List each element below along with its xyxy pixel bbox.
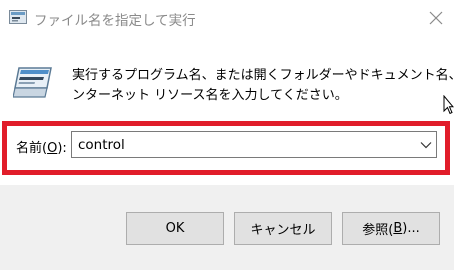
description-text: 実行するプログラム名、または開くフォルダーやドキュメント名、イ ンターネット リ… bbox=[72, 66, 454, 106]
window-title: ファイル名を指定して実行 bbox=[34, 13, 196, 29]
title-bar: ファイル名を指定して実行 bbox=[0, 0, 454, 37]
close-icon bbox=[429, 11, 443, 25]
open-label-prefix: 名前( bbox=[16, 141, 48, 156]
cancel-button[interactable]: キャンセル bbox=[234, 212, 332, 245]
description-line-2: ンターネット リソース名を入力してください。 bbox=[72, 88, 348, 103]
description-line-1: 実行するプログラム名、または開くフォルダーやドキュメント名、イ bbox=[72, 68, 454, 83]
browse-label-suffix: )... bbox=[402, 221, 420, 236]
browse-label-prefix: 参照( bbox=[362, 223, 394, 238]
open-label-accelerator: O bbox=[47, 141, 58, 156]
ok-button[interactable]: OK bbox=[126, 212, 224, 245]
browse-button[interactable]: 参照(B)... bbox=[342, 212, 440, 245]
open-label-suffix: ): bbox=[57, 141, 67, 156]
open-label: 名前(O): bbox=[16, 137, 67, 156]
open-input[interactable] bbox=[72, 132, 408, 157]
mouse-cursor-icon bbox=[443, 94, 454, 117]
browse-label-accelerator: B bbox=[393, 221, 403, 236]
run-icon bbox=[12, 66, 53, 100]
close-button[interactable] bbox=[418, 0, 454, 37]
open-combobox[interactable] bbox=[71, 131, 437, 158]
chevron-down-icon[interactable] bbox=[420, 139, 432, 151]
run-dialog-icon bbox=[9, 10, 27, 24]
